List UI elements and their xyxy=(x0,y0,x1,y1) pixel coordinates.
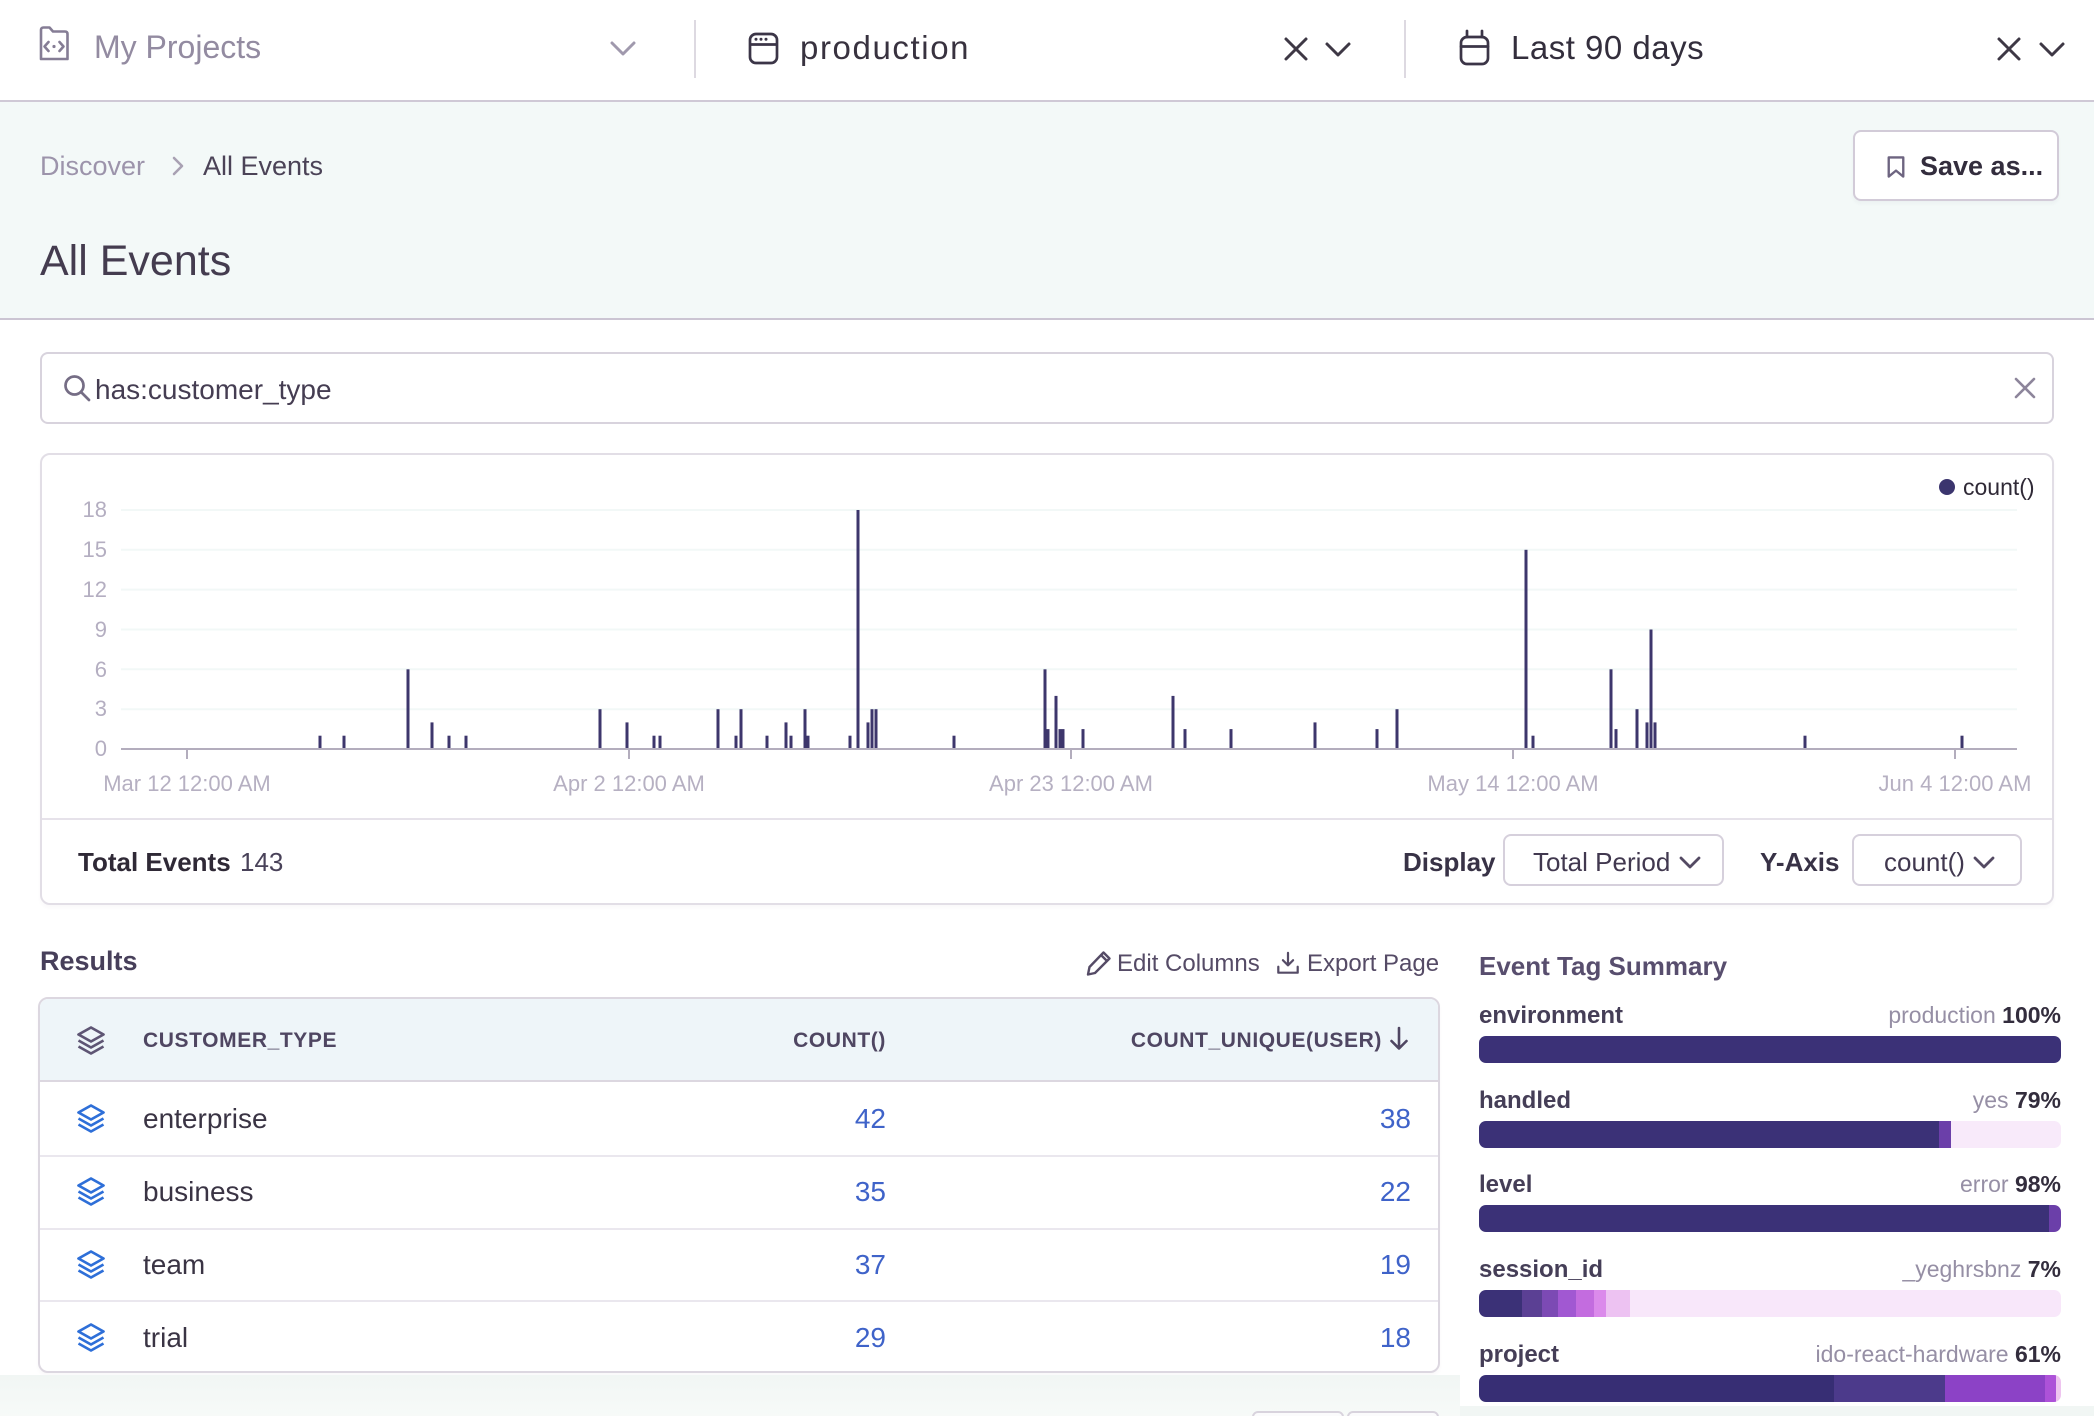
svg-text:12: 12 xyxy=(83,577,107,602)
svg-text:3: 3 xyxy=(95,696,107,721)
svg-text:0: 0 xyxy=(95,736,107,761)
svg-text:Apr 23 12:00 AM: Apr 23 12:00 AM xyxy=(989,771,1153,796)
svg-text:Apr 2 12:00 AM: Apr 2 12:00 AM xyxy=(553,771,705,796)
svg-text:6: 6 xyxy=(95,657,107,682)
svg-text:18: 18 xyxy=(83,497,107,522)
svg-text:15: 15 xyxy=(83,537,107,562)
svg-text:9: 9 xyxy=(95,617,107,642)
svg-text:Mar 12 12:00 AM: Mar 12 12:00 AM xyxy=(103,771,271,796)
svg-text:May 14 12:00 AM: May 14 12:00 AM xyxy=(1427,771,1598,796)
svg-text:count(): count() xyxy=(1963,474,2035,500)
svg-text:Jun 4 12:00 AM: Jun 4 12:00 AM xyxy=(1879,771,2032,796)
